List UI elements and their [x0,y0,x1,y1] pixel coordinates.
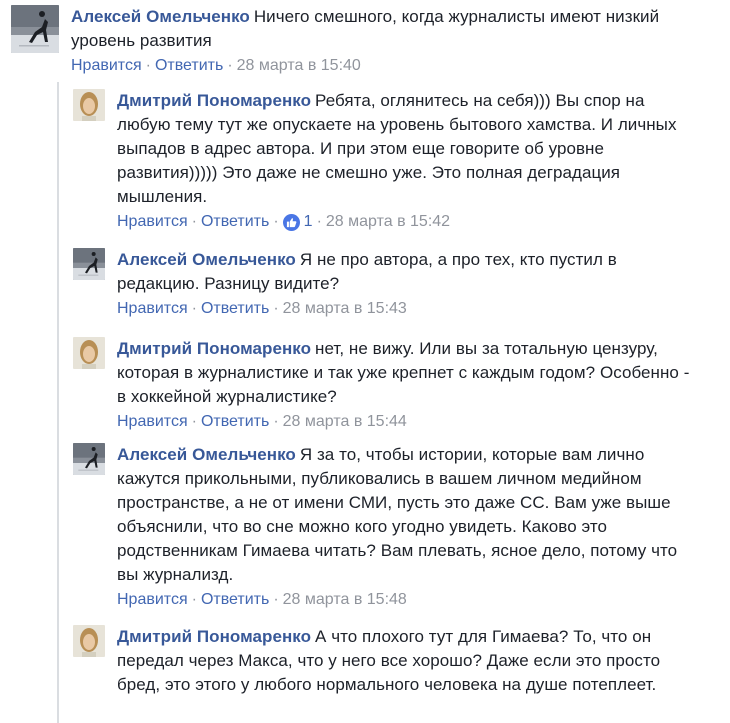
comment-reply: Дмитрий Пономаренко А что плохого тут для… [73,625,718,697]
like-link[interactable]: Нравится [71,56,142,76]
like-link[interactable]: Нравится [117,590,188,610]
avatar[interactable] [73,89,105,121]
comment-author[interactable]: Алексей Омельченко [117,250,296,269]
like-link[interactable]: Нравится [117,212,188,232]
separator-dot: · [273,300,279,317]
avatar[interactable] [73,443,105,475]
comment-timestamp[interactable]: 28 марта в 15:40 [237,56,361,76]
thumbs-up-icon[interactable] [282,213,300,231]
comment: Алексей Омельченко Ничего смешного, когда… [11,5,721,76]
skater-avatar-icon [73,248,105,280]
comment-body: Дмитрий Пономаренко нет, не вижу. Или вы … [117,337,702,409]
reaction-count[interactable]: 1 [304,212,313,232]
portrait-avatar-icon [73,625,105,657]
comment-reply: Алексей Омельченко Я за то, чтобы истории… [73,443,718,610]
comment-author[interactable]: Дмитрий Пономаренко [117,627,311,646]
comment-author[interactable]: Алексей Омельченко [117,445,296,464]
comment-body: Алексей Омельченко Я за то, чтобы истории… [117,443,692,587]
reply-link[interactable]: Ответить [155,56,223,76]
reply-link[interactable]: Ответить [201,212,269,232]
separator-dot: · [316,213,322,230]
skater-avatar-icon [11,5,59,53]
comment-body: Алексей Омельченко Я не про автора, а про… [117,248,677,296]
comment-reply: Дмитрий Пономаренко нет, не вижу. Или вы … [73,337,718,432]
portrait-avatar-icon [73,89,105,121]
comment-reply: Алексей Омельченко Я не про автора, а про… [73,248,718,319]
comment-text: Я за то, чтобы истории, которые вам личн… [117,445,678,584]
avatar[interactable] [73,248,105,280]
avatar[interactable] [73,625,105,657]
reply-link[interactable]: Ответить [201,299,269,319]
avatar[interactable] [11,5,59,53]
reply-link[interactable]: Ответить [201,590,269,610]
comment-author[interactable]: Дмитрий Пономаренко [117,91,311,110]
comment-timestamp[interactable]: 28 марта в 15:48 [283,590,407,610]
like-link[interactable]: Нравится [117,412,188,432]
comment-actions: Нравится · Ответить · 28 марта в 15:44 [117,412,702,432]
separator-dot: · [191,300,197,317]
comment-actions: Нравится · Ответить · 1 · 28 марта в 15:… [117,212,702,232]
comment-author[interactable]: Дмитрий Пономаренко [117,339,311,358]
separator-dot: · [191,413,197,430]
reply-link[interactable]: Ответить [201,412,269,432]
comment-timestamp[interactable]: 28 марта в 15:43 [283,299,407,319]
comment-actions: Нравится · Ответить · 28 марта в 15:48 [117,590,702,610]
comment-actions: Нравится · Ответить · 28 марта в 15:43 [117,299,702,319]
separator-dot: · [191,213,197,230]
separator-dot: · [191,591,197,608]
separator-dot: · [273,413,279,430]
like-link[interactable]: Нравится [117,299,188,319]
separator-dot: · [273,213,279,230]
separator-dot: · [227,57,233,74]
comment-body: Дмитрий Пономаренко Ребята, оглянитесь на… [117,89,682,209]
comment-timestamp[interactable]: 28 марта в 15:42 [326,212,450,232]
portrait-avatar-icon [73,337,105,369]
comment-actions: Нравится · Ответить · 28 марта в 15:40 [71,56,711,76]
comment-body: Дмитрий Пономаренко А что плохого тут для… [117,625,677,697]
comment-reply: Дмитрий Пономаренко Ребята, оглянитесь на… [73,89,718,232]
comment-body: Алексей Омельченко Ничего смешного, когда… [71,5,711,53]
skater-avatar-icon [73,443,105,475]
reply-thread-line [57,82,59,723]
avatar[interactable] [73,337,105,369]
separator-dot: · [273,591,279,608]
separator-dot: · [145,57,151,74]
comment-timestamp[interactable]: 28 марта в 15:44 [283,412,407,432]
comment-author[interactable]: Алексей Омельченко [71,7,250,26]
